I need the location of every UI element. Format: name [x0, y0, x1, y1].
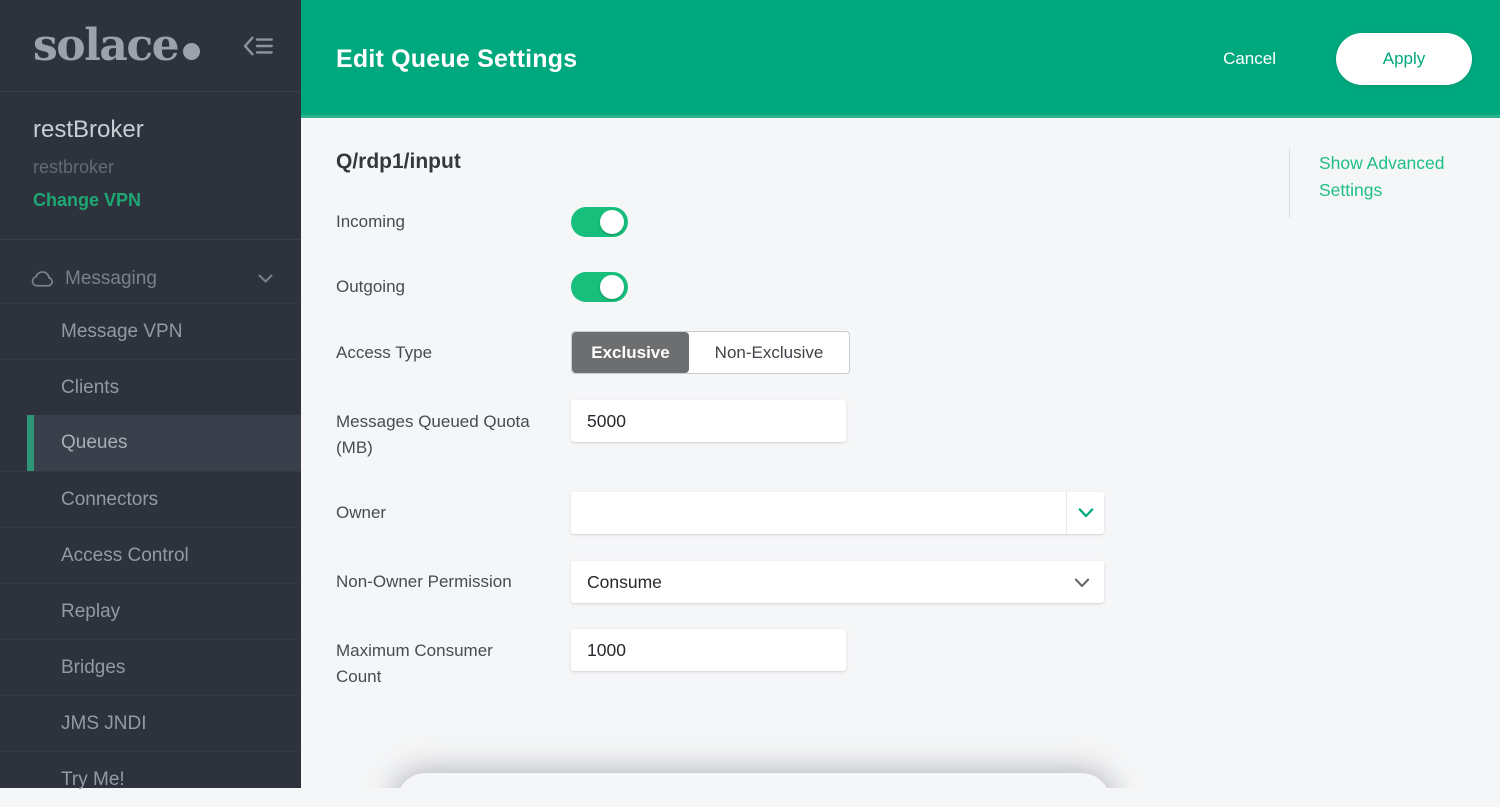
incoming-toggle[interactable] [571, 207, 628, 237]
nav-item-label: Access Control [61, 545, 189, 567]
access-type-exclusive-button[interactable]: Exclusive [572, 332, 689, 373]
bottom-panel-shadow [396, 773, 1111, 788]
nav-item-label: Message VPN [61, 321, 182, 343]
field-row-quota: Messages Queued Quota (MB) [336, 400, 846, 461]
sidebar-item-message-vpn[interactable]: Message VPN [0, 303, 301, 359]
sidebar: solace restBroker restbroker Change VPN [0, 0, 301, 788]
field-row-max-consumer-count: Maximum Consumer Count [336, 629, 846, 690]
broker-name: restBroker [33, 116, 268, 143]
solace-logo-dot [183, 43, 200, 60]
field-label: Maximum Consumer Count [336, 629, 533, 690]
sidebar-item-connectors[interactable]: Connectors [0, 471, 301, 527]
change-vpn-link[interactable]: Change VPN [33, 191, 141, 210]
collapse-sidebar-icon[interactable] [241, 35, 273, 57]
access-type-segment: Exclusive Non-Exclusive [571, 331, 850, 374]
sidebar-item-replay[interactable]: Replay [0, 583, 301, 639]
main-area: Edit Queue Settings Cancel Apply Q/rdp1/… [301, 0, 1500, 788]
field-row-access-type: Access Type Exclusive Non-Exclusive [336, 331, 850, 374]
apply-button[interactable]: Apply [1336, 33, 1472, 85]
page-title: Edit Queue Settings [336, 45, 577, 74]
header-actions: Cancel Apply [1217, 33, 1472, 85]
access-type-non-exclusive-button[interactable]: Non-Exclusive [689, 332, 849, 373]
field-row-outgoing: Outgoing [336, 272, 628, 302]
broker-block: restBroker restbroker Change VPN [0, 92, 301, 240]
toggle-knob [600, 210, 624, 234]
nav-item-label: Queues [61, 432, 128, 454]
non-owner-permission-select[interactable]: Consume [571, 561, 1104, 603]
outgoing-toggle[interactable] [571, 272, 628, 302]
field-row-owner: Owner [336, 492, 1104, 534]
sidebar-item-try-me[interactable]: Try Me! [0, 751, 301, 807]
chevron-down-icon[interactable] [1066, 492, 1104, 534]
owner-combobox[interactable] [571, 492, 1104, 534]
sidebar-item-queues[interactable]: Queues [27, 415, 301, 471]
field-row-non-owner-permission: Non-Owner Permission Consume [336, 561, 1104, 603]
edit-queue-form: Q/rdp1/input Show Advanced Settings Inco… [301, 118, 1500, 788]
field-row-incoming: Incoming [336, 207, 628, 237]
queue-name: Q/rdp1/input [336, 150, 461, 174]
sidebar-item-messaging[interactable]: Messaging [0, 254, 301, 303]
nav-item-label: JMS JNDI [61, 713, 147, 735]
sidebar-nav-list: Message VPN Clients Queues Connectors Ac… [0, 303, 301, 807]
app-root: solace restBroker restbroker Change VPN [0, 0, 1500, 788]
toggle-knob [600, 275, 624, 299]
page-header: Edit Queue Settings Cancel Apply [301, 0, 1500, 118]
cancel-button[interactable]: Cancel [1217, 48, 1282, 70]
chevron-down-icon [258, 274, 273, 283]
nav-item-label: Bridges [61, 657, 125, 679]
nav-item-label: Clients [61, 377, 119, 399]
vpn-name: restbroker [33, 158, 268, 177]
owner-input[interactable] [571, 492, 1066, 534]
max-consumer-count-input[interactable] [571, 629, 846, 671]
quota-input[interactable] [571, 400, 846, 442]
advanced-settings-block: Show Advanced Settings [1289, 148, 1461, 218]
sidebar-item-bridges[interactable]: Bridges [0, 639, 301, 695]
selected-option: Consume [587, 572, 662, 593]
nav-section-label: Messaging [65, 268, 157, 290]
field-label: Outgoing [336, 274, 533, 300]
field-label: Non-Owner Permission [336, 569, 533, 595]
field-label: Owner [336, 500, 533, 526]
sidebar-nav: Messaging Message VPN Clients Queues Con… [0, 240, 301, 807]
field-label: Incoming [336, 209, 533, 235]
chevron-down-icon [1074, 572, 1090, 593]
nav-item-label: Connectors [61, 489, 158, 511]
field-label: Messages Queued Quota (MB) [336, 400, 533, 461]
cloud-icon [30, 270, 55, 288]
field-label: Access Type [336, 340, 533, 366]
show-advanced-settings-link[interactable]: Show Advanced Settings [1319, 150, 1461, 204]
sidebar-item-access-control[interactable]: Access Control [0, 527, 301, 583]
solace-logo-text: solace [33, 24, 178, 68]
sidebar-logo-row: solace [0, 0, 301, 92]
solace-logo: solace [33, 24, 200, 68]
nav-item-label: Replay [61, 601, 120, 623]
nav-item-label: Try Me! [61, 769, 125, 791]
sidebar-item-clients[interactable]: Clients [0, 359, 301, 415]
sidebar-item-jms-jndi[interactable]: JMS JNDI [0, 695, 301, 751]
